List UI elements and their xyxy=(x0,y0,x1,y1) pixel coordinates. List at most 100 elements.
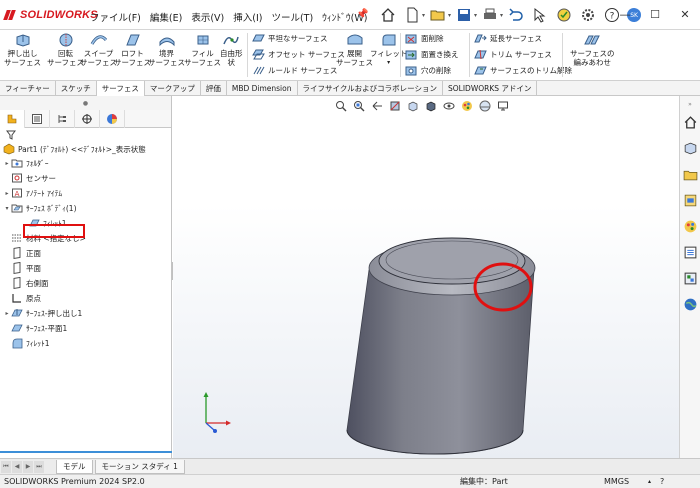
property-manager-tab[interactable] xyxy=(25,110,50,128)
maximize-icon[interactable]: ☐ xyxy=(640,0,670,28)
collapse-arrow-icon[interactable]: ▾ xyxy=(3,205,11,212)
delete-hole-button[interactable]: 穴の削除 xyxy=(405,64,451,77)
tree-item-origin[interactable]: 原点 xyxy=(11,291,41,305)
lofted-surface-button[interactable]: ロフト サーフェス xyxy=(114,32,151,67)
display-manager-tab[interactable] xyxy=(100,110,125,128)
tree-item-annotations[interactable]: ▸ A ｱﾉﾃｰﾄ ｱｲﾃﾑ xyxy=(3,186,62,200)
untrim-surface-button[interactable]: サーフェスのトリム解除 xyxy=(474,64,572,77)
menu-file[interactable]: ファイル(F) xyxy=(90,10,141,24)
pin-icon[interactable]: 📌 xyxy=(356,9,368,20)
prev-tab-icon[interactable]: ◀ xyxy=(12,460,22,473)
filled-surface-button[interactable]: フィル サーフェス xyxy=(184,32,221,67)
triad-z-axis xyxy=(205,422,215,431)
tab-sketch[interactable]: スケッチ xyxy=(56,81,97,96)
trim-surface-button[interactable]: トリム サーフェス xyxy=(474,48,552,61)
solidworks-logo[interactable]: SOLIDWORKS xyxy=(3,9,98,21)
delete-face-button[interactable]: 面削除 xyxy=(405,32,444,45)
tree-item-right-plane[interactable]: 右側面 xyxy=(11,276,49,290)
print-dropdown-icon[interactable]: ▾ xyxy=(500,12,503,19)
swept-surface-button[interactable]: スイープ サーフェス xyxy=(80,32,117,67)
undo-icon[interactable] xyxy=(507,6,525,24)
flatten-surface-button[interactable]: 展開 サーフェス xyxy=(336,32,373,67)
offset-surface-button[interactable]: オフセット サーフェス xyxy=(252,48,345,61)
print-icon[interactable] xyxy=(481,6,499,24)
expand-arrow-icon[interactable]: ▸ xyxy=(3,160,11,167)
new-dropdown-icon[interactable]: ▾ xyxy=(422,12,425,19)
design-library-icon[interactable] xyxy=(683,167,698,182)
configuration-manager-tab[interactable] xyxy=(50,110,75,128)
tree-root-part[interactable]: Part1 (ﾃﾞﾌｫﾙﾄ) <<ﾃﾞﾌｫﾙﾄ>_表示状態 xyxy=(3,142,146,156)
fillet-dropdown-icon[interactable]: ▾ xyxy=(387,58,390,67)
forum-globe-icon[interactable] xyxy=(683,297,698,312)
extend-surface-button[interactable]: 延長サーフェス xyxy=(474,32,542,45)
view-palette-icon[interactable] xyxy=(683,219,698,234)
sensor-icon xyxy=(12,173,22,183)
next-tab-icon[interactable]: ▶ xyxy=(23,460,33,473)
expand-arrow-icon[interactable]: ▸ xyxy=(3,310,11,317)
3d-content-central-icon[interactable] xyxy=(683,141,698,156)
boundary-surface-button[interactable]: 境界 サーフェス xyxy=(148,32,185,67)
tree-item-sensor[interactable]: センサー xyxy=(3,171,56,185)
tree-item-fillet-feature[interactable]: ﾌｨﾚｯﾄ1 xyxy=(11,336,50,350)
last-tab-icon[interactable]: ⏭ xyxy=(34,460,44,473)
feature-manager-tab[interactable] xyxy=(0,110,25,128)
planar-surface-icon xyxy=(252,34,265,42)
tab-lifecycle-collaboration[interactable]: ライフサイクルおよびコラボレーション xyxy=(298,81,443,96)
replace-face-button[interactable]: 面置き換え xyxy=(405,48,459,61)
tree-item-top-plane[interactable]: 平面 xyxy=(11,261,41,275)
units-dropdown-icon[interactable]: ▴ xyxy=(648,475,651,488)
extruded-surface-button[interactable]: 押し出し サーフェス xyxy=(4,32,41,67)
tab-mbd-dimension[interactable]: MBD Dimension xyxy=(227,81,298,96)
pane-grip[interactable]: ● xyxy=(0,96,171,110)
filter-icon[interactable] xyxy=(6,130,16,140)
tree-item-front-plane[interactable]: 正面 xyxy=(11,246,41,260)
tab-model[interactable]: モデル xyxy=(56,459,93,474)
tab-addins[interactable]: SOLIDWORKS アドイン xyxy=(443,81,538,96)
expand-arrow-icon[interactable]: ▸ xyxy=(3,190,11,197)
model-viewport[interactable] xyxy=(173,96,679,458)
minimize-icon[interactable]: — xyxy=(610,0,640,28)
rollback-bar[interactable] xyxy=(0,451,172,453)
ruled-surface-button[interactable]: ルールド サーフェス xyxy=(252,64,337,77)
menu-tools[interactable]: ツール(T) xyxy=(271,10,313,24)
dimxpert-manager-tab[interactable] xyxy=(75,110,100,128)
top-planar-face[interactable] xyxy=(378,237,526,285)
save-dropdown-icon[interactable]: ▾ xyxy=(474,12,477,19)
save-icon[interactable] xyxy=(455,6,473,24)
close-icon[interactable]: ✕ xyxy=(670,0,700,28)
menu-edit[interactable]: 編集(E) xyxy=(150,10,182,24)
file-explorer-icon[interactable] xyxy=(683,193,698,208)
open-folder-icon[interactable] xyxy=(429,6,447,24)
status-units[interactable]: MMGS xyxy=(604,475,629,488)
appearances-scenes-icon[interactable] xyxy=(683,245,698,260)
new-document-icon[interactable] xyxy=(403,6,421,24)
reference-triad[interactable] xyxy=(196,387,236,435)
tree-item-folder[interactable]: ▸ ﾌｫﾙﾀﾞｰ xyxy=(3,156,49,170)
menu-insert[interactable]: 挿入(I) xyxy=(233,10,262,24)
tab-markup[interactable]: マークアップ xyxy=(145,81,201,96)
tree-item-surface-planar[interactable]: ｻｰﾌｪｽ-平面1 xyxy=(11,321,67,335)
tab-features[interactable]: フィーチャー xyxy=(0,81,56,96)
menu-view[interactable]: 表示(V) xyxy=(191,10,224,24)
rebuild-icon[interactable] xyxy=(555,6,573,24)
freeform-button[interactable]: 自由形 状 xyxy=(220,32,243,67)
tab-motion-study[interactable]: モーション スタディ 1 xyxy=(94,459,185,474)
surface-body[interactable] xyxy=(346,269,535,455)
tree-item-surface-extrude[interactable]: ▸ ｻｰﾌｪｽ-押し出し1 xyxy=(3,306,82,320)
custom-properties-icon[interactable] xyxy=(683,271,698,286)
select-arrow-icon[interactable] xyxy=(531,6,549,24)
task-pane-grip[interactable]: » xyxy=(679,96,700,112)
tree-item-surface-bodies[interactable]: ▾ ｻｰﾌｪｽ ﾎﾞﾃﾞｨ(1) xyxy=(3,201,77,215)
tab-evaluate[interactable]: 評価 xyxy=(201,81,227,96)
tab-surfaces[interactable]: サーフェス xyxy=(96,81,145,96)
fillet-button[interactable]: フィレット ▾ xyxy=(370,32,407,67)
open-dropdown-icon[interactable]: ▾ xyxy=(448,12,451,19)
options-gear-icon[interactable] xyxy=(579,6,597,24)
status-help-icon[interactable]: ? xyxy=(660,475,664,488)
home-icon[interactable] xyxy=(379,6,397,24)
solidworks-resources-home-icon[interactable] xyxy=(683,115,698,130)
revolved-surface-button[interactable]: 回転 サーフェス xyxy=(47,32,84,67)
planar-surface-button[interactable]: 平坦なサーフェス xyxy=(252,32,328,45)
knit-surface-button[interactable]: サーフェスの 編みあわせ xyxy=(570,32,615,67)
first-tab-icon[interactable]: ⏮ xyxy=(1,460,11,473)
